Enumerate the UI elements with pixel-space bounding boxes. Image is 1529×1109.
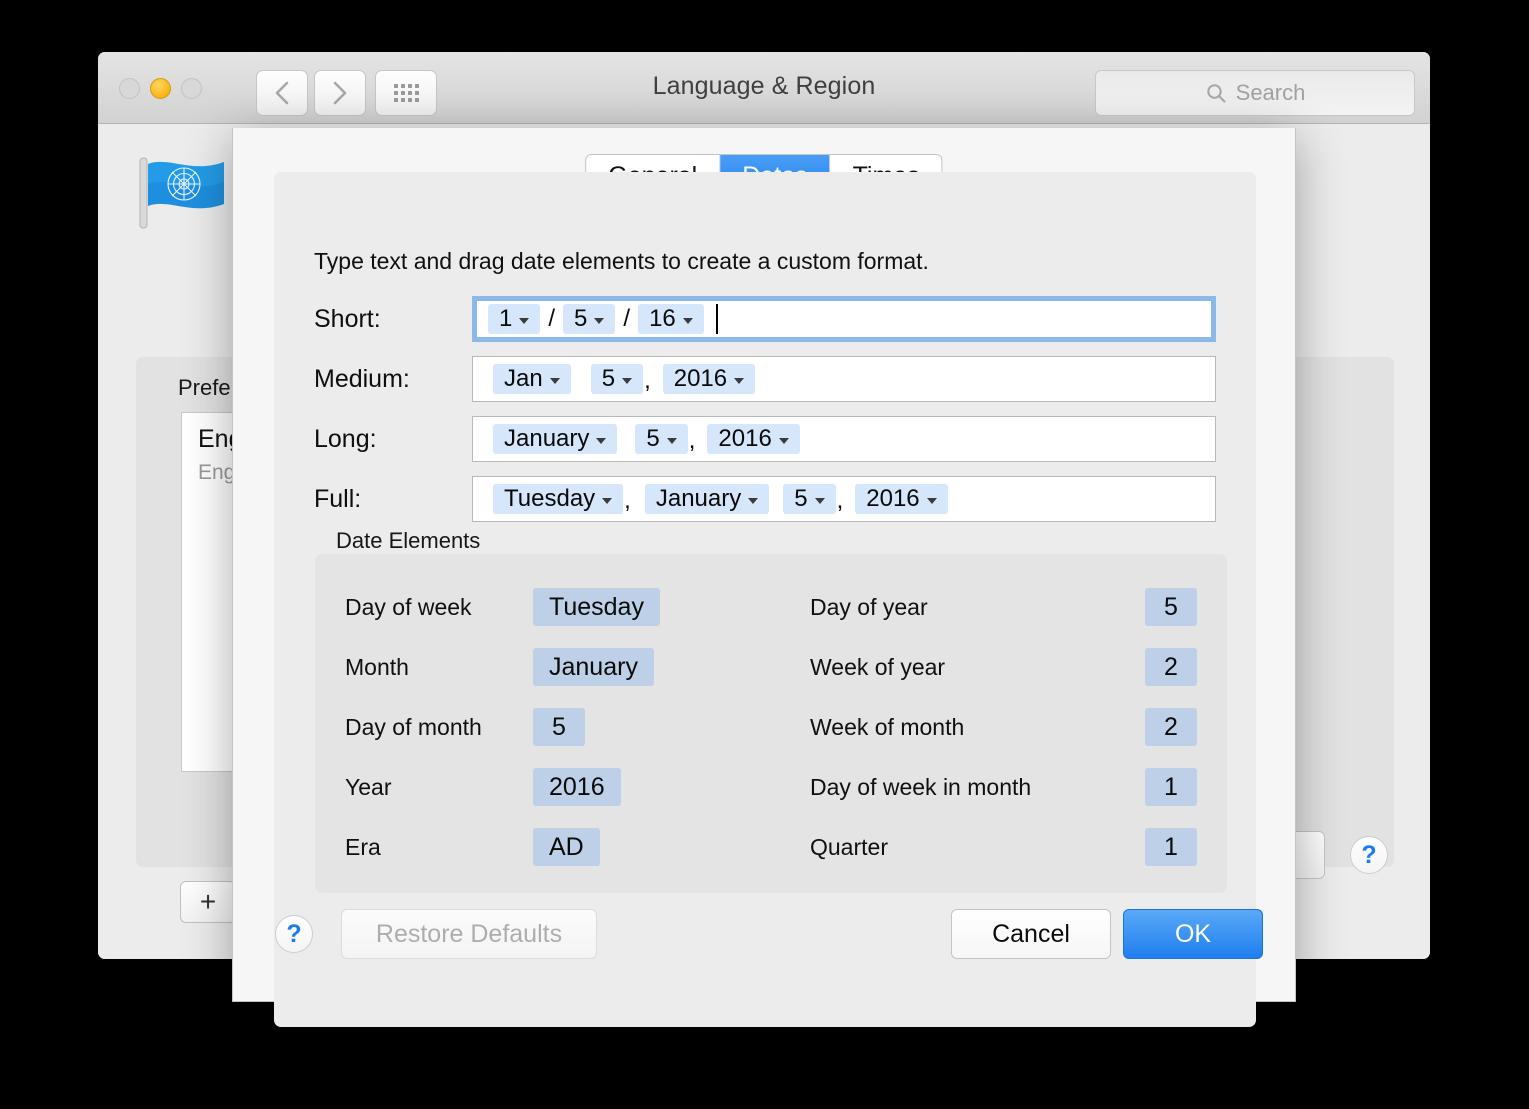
sheet-footer: ? Restore Defaults Cancel OK <box>233 899 1295 1001</box>
date-token-day[interactable]: 5 <box>635 424 687 454</box>
format-separator: , <box>643 366 655 396</box>
date-elements-box: Day of week Tuesday Month January Day of… <box>315 554 1227 893</box>
date-token-month[interactable]: January <box>493 424 617 454</box>
date-token-year[interactable]: 2016 <box>663 364 755 394</box>
token-text: 2016 <box>866 485 919 513</box>
chevron-down-icon <box>602 498 612 504</box>
date-element-chip[interactable]: 5 <box>1145 588 1197 626</box>
token-text: 5 <box>646 425 659 453</box>
date-element-chip[interactable]: 2 <box>1145 708 1197 746</box>
cancel-button[interactable]: Cancel <box>951 909 1111 959</box>
date-token-day[interactable]: 5 <box>591 364 643 394</box>
format-label-long: Long: <box>314 416 469 462</box>
date-element-label: Week of year <box>810 648 945 686</box>
date-token-year[interactable]: 16 <box>638 304 704 334</box>
token-text: Tuesday <box>504 485 595 513</box>
token-text: January <box>504 425 589 453</box>
token-text: 16 <box>649 305 676 333</box>
format-row-short: Short: 1 / 5 / 16 <box>274 296 1256 342</box>
date-token-month[interactable]: 1 <box>488 304 540 334</box>
token-text: 2016 <box>718 425 771 453</box>
date-element-row: Day of week in month 1 <box>315 768 1227 806</box>
chevron-down-icon <box>815 498 825 504</box>
window-help-button[interactable]: ? <box>1350 836 1388 874</box>
date-token-year[interactable]: 2016 <box>707 424 799 454</box>
format-field-short[interactable]: 1 / 5 / 16 <box>472 296 1216 342</box>
format-separator: / <box>540 304 563 334</box>
custom-date-format-sheet: General Dates Times Type text and drag d… <box>232 128 1296 1002</box>
date-token-day[interactable]: 5 <box>563 304 615 334</box>
format-label-short: Short: <box>314 296 469 342</box>
instruction-text: Type text and drag date elements to crea… <box>314 248 929 275</box>
date-token-day[interactable]: 5 <box>783 484 835 514</box>
date-element-label: Week of month <box>810 708 964 746</box>
date-element-label: Quarter <box>810 828 888 866</box>
restore-defaults-button[interactable]: Restore Defaults <box>341 909 597 959</box>
date-element-label: Day of year <box>810 588 928 626</box>
token-text: 2016 <box>674 365 727 393</box>
chevron-down-icon <box>519 318 529 324</box>
language-item-secondary: Eng <box>198 461 235 485</box>
token-text: 1 <box>499 305 512 333</box>
format-separator: , <box>623 486 635 516</box>
format-separator: / <box>615 304 638 334</box>
date-elements-title: Date Elements <box>336 528 480 554</box>
search-input[interactable]: Search <box>1095 70 1415 116</box>
chevron-down-icon <box>622 378 632 384</box>
format-row-long: Long: January 5 , 2016 <box>274 416 1256 462</box>
chevron-down-icon <box>734 378 744 384</box>
date-element-row: Week of year 2 <box>315 648 1227 686</box>
token-text: 5 <box>602 365 615 393</box>
chevron-down-icon <box>683 318 693 324</box>
token-text: January <box>656 485 741 513</box>
help-button[interactable]: ? <box>275 915 313 953</box>
preferred-languages-label: Prefe <box>178 375 231 401</box>
chevron-down-icon <box>779 438 789 444</box>
format-row-medium: Medium: Jan 5 , 2016 <box>274 356 1256 402</box>
chevron-down-icon <box>550 378 560 384</box>
format-field-full[interactable]: Tuesday , January 5 , 2016 <box>472 476 1216 522</box>
window-titlebar: Language & Region Search <box>98 52 1430 124</box>
add-language-button[interactable]: + <box>180 881 236 923</box>
token-text: 5 <box>794 485 807 513</box>
united-nations-flag-icon <box>138 154 234 232</box>
format-field-long[interactable]: January 5 , 2016 <box>472 416 1216 462</box>
date-element-row: Day of year 5 <box>315 588 1227 626</box>
format-label-medium: Medium: <box>314 356 469 402</box>
chevron-down-icon <box>667 438 677 444</box>
text-cursor <box>716 304 718 334</box>
date-element-label: Day of week in month <box>810 768 1031 806</box>
chevron-down-icon <box>927 498 937 504</box>
search-placeholder: Search <box>1236 80 1306 106</box>
date-element-chip[interactable]: 2 <box>1145 648 1197 686</box>
format-field-medium[interactable]: Jan 5 , 2016 <box>472 356 1216 402</box>
chevron-down-icon <box>748 498 758 504</box>
search-icon <box>1205 82 1227 104</box>
format-row-full: Full: Tuesday , January 5 , 2016 <box>274 476 1256 522</box>
format-separator: , <box>688 426 700 456</box>
format-separator: , <box>836 486 848 516</box>
date-token-weekday[interactable]: Tuesday <box>493 484 623 514</box>
date-element-row: Quarter 1 <box>315 828 1227 866</box>
date-token-year[interactable]: 2016 <box>855 484 947 514</box>
date-element-chip[interactable]: 1 <box>1145 768 1197 806</box>
ok-button[interactable]: OK <box>1123 909 1263 959</box>
date-token-month[interactable]: January <box>645 484 769 514</box>
format-label-full: Full: <box>314 476 469 522</box>
token-text: 5 <box>574 305 587 333</box>
date-element-chip[interactable]: 1 <box>1145 828 1197 866</box>
chevron-down-icon <box>596 438 606 444</box>
date-token-month[interactable]: Jan <box>493 364 571 394</box>
date-element-row: Week of month 2 <box>315 708 1227 746</box>
token-text: Jan <box>504 365 543 393</box>
chevron-down-icon <box>594 318 604 324</box>
